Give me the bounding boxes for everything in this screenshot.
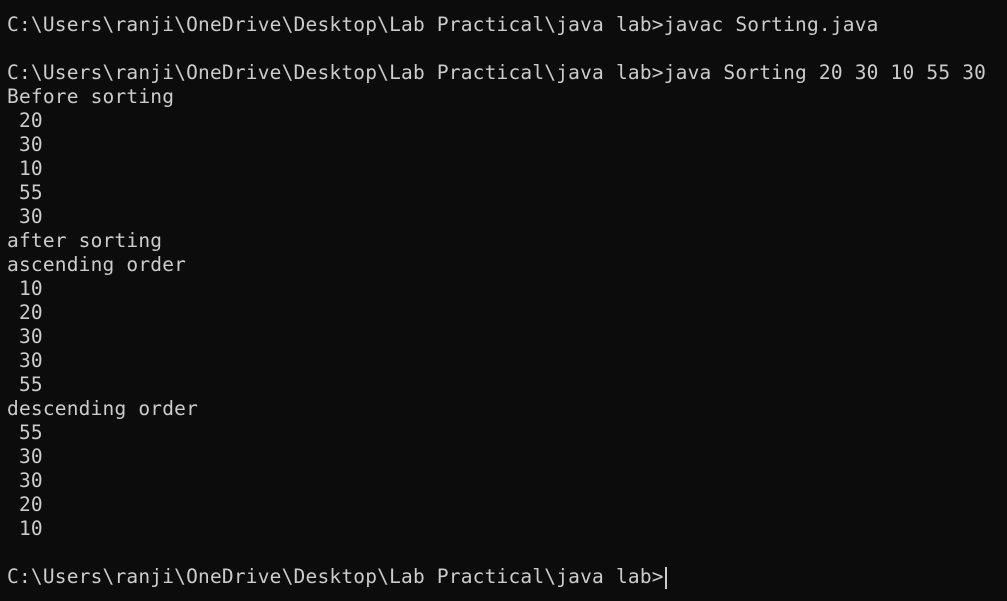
output-value: 20 <box>7 301 43 324</box>
output-value: 30 <box>7 445 43 468</box>
prompt-line-java: C:\Users\ranji\OneDrive\Desktop\Lab Prac… <box>7 61 987 84</box>
output-value: 30 <box>7 325 43 348</box>
output-value: 20 <box>7 493 43 516</box>
output-value: 10 <box>7 277 43 300</box>
output-ascending-heading: ascending order <box>7 253 187 276</box>
output-value: 30 <box>7 469 43 492</box>
output-descending-heading: descending order <box>7 397 199 420</box>
output-value: 30 <box>7 349 43 372</box>
current-prompt-line[interactable]: C:\Users\ranji\OneDrive\Desktop\Lab Prac… <box>7 565 1007 589</box>
output-value: 55 <box>7 421 43 444</box>
terminal-window[interactable]: C:\Users\ranji\OneDrive\Desktop\Lab Prac… <box>0 0 1007 601</box>
text-cursor <box>664 566 667 589</box>
output-value: 20 <box>7 109 43 132</box>
output-value: 55 <box>7 373 43 396</box>
output-after-sorting-heading: after sorting <box>7 229 163 252</box>
current-prompt: C:\Users\ranji\OneDrive\Desktop\Lab Prac… <box>7 565 664 588</box>
output-value: 55 <box>7 181 43 204</box>
output-value: 10 <box>7 157 43 180</box>
output-value: 30 <box>7 133 43 156</box>
output-before-sorting-heading: Before sorting <box>7 85 175 108</box>
output-value: 10 <box>7 517 43 540</box>
prompt-line-javac: C:\Users\ranji\OneDrive\Desktop\Lab Prac… <box>7 13 879 36</box>
output-value: 30 <box>7 205 43 228</box>
